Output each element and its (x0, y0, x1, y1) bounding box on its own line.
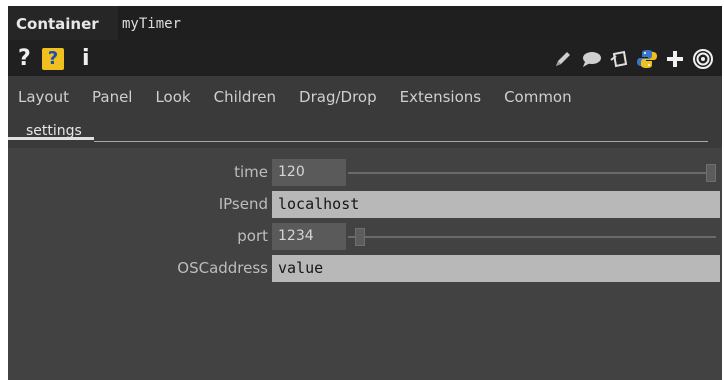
clone-icon[interactable] (608, 48, 630, 70)
python-icon[interactable] (636, 48, 658, 70)
param-row-ipsend: IPsend localhost (8, 189, 722, 219)
tab-panel[interactable]: Panel (92, 88, 132, 106)
tab-divider (94, 141, 708, 142)
toolbar: ? ? i (8, 40, 722, 76)
param-label-port: port (237, 227, 268, 245)
tab-extensions[interactable]: Extensions (400, 88, 481, 106)
operator-type-label: Container (16, 15, 99, 33)
param-row-oscaddress: OSCaddress value (8, 253, 722, 283)
tab-common[interactable]: Common (504, 88, 572, 106)
custom-page-tabs: settings (8, 118, 722, 148)
tab-look[interactable]: Look (155, 88, 190, 106)
title-bar: Container myTimer (8, 6, 722, 40)
tab-settings[interactable]: settings (16, 123, 100, 147)
viewer-icon[interactable] (692, 48, 714, 70)
operator-name-field[interactable]: myTimer (118, 6, 722, 40)
port-slider-track[interactable] (348, 236, 716, 238)
time-slider-track[interactable] (348, 172, 716, 174)
time-value-field[interactable]: 120 (272, 159, 346, 186)
plus-icon[interactable] (664, 48, 686, 70)
help-icon[interactable]: ? (18, 46, 31, 71)
comment-icon[interactable] (580, 48, 602, 70)
active-tab-underline (8, 137, 94, 140)
ipsend-field[interactable]: localhost (272, 191, 720, 218)
parameter-page-tabs: Layout Panel Look Children Drag/Drop Ext… (8, 76, 722, 118)
python-help-icon[interactable]: ? (42, 48, 64, 70)
port-slider-handle[interactable] (355, 228, 366, 246)
tab-layout[interactable]: Layout (18, 88, 69, 106)
pencil-icon[interactable] (552, 48, 574, 70)
param-label-ipsend: IPsend (218, 195, 268, 213)
info-icon[interactable]: i (82, 46, 90, 71)
operator-name-text: myTimer (122, 16, 182, 32)
param-label-time: time (234, 163, 268, 181)
param-row-port: port 1234 (8, 221, 722, 251)
toolbar-right-icons (552, 46, 714, 72)
port-value-field[interactable]: 1234 (272, 223, 346, 250)
param-label-oscaddress: OSCaddress (177, 259, 268, 277)
time-slider-handle[interactable] (706, 164, 716, 182)
tab-children[interactable]: Children (214, 88, 276, 106)
param-row-time: time 120 (8, 157, 722, 187)
tab-drag-drop[interactable]: Drag/Drop (299, 88, 377, 106)
oscaddress-field[interactable]: value (272, 255, 720, 282)
